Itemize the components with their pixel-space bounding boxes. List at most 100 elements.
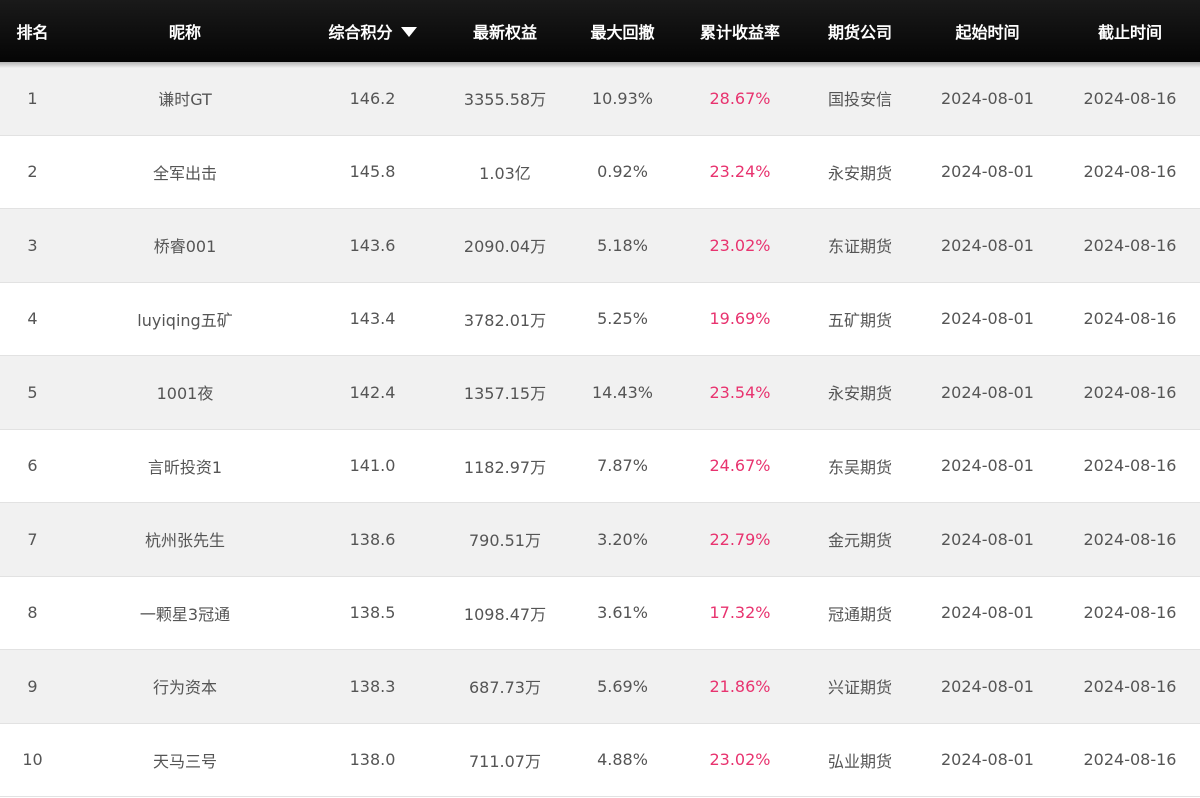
- caret-down-icon[interactable]: [400, 27, 417, 37]
- header-score-sort[interactable]: 综合积分: [305, 19, 440, 43]
- drawdown-cell: 7.87%: [597, 456, 648, 476]
- equity-cell: 1.03亿: [479, 163, 531, 183]
- end-date-cell: 2024-08-16: [1083, 235, 1177, 255]
- score-cell: 143.4: [349, 309, 396, 329]
- firm-cell: 永安期货: [827, 163, 892, 183]
- table-row[interactable]: 10 天马三号 138.0 711.07万 4.88% 23.02% 弘业期货 2024-08…: [0, 723, 1200, 797]
- return-cell: 28.67%: [709, 88, 771, 108]
- rank-cell: 9: [27, 676, 38, 696]
- table-row[interactable]: 2 全军出击 145.8 1.03亿 0.92% 23.24% 永安期货 2024-08-01…: [0, 135, 1200, 209]
- firm-cell: 东吴期货: [827, 457, 892, 477]
- end-date-cell: 2024-08-16: [1083, 676, 1177, 696]
- start-date-cell: 2024-08-01: [941, 750, 1034, 770]
- nickname-cell: 1001夜: [156, 384, 214, 404]
- start-date-cell: 2024-08-01: [941, 162, 1034, 182]
- start-date-cell: 2024-08-01: [941, 603, 1034, 623]
- table-row[interactable]: 3 桥睿001 143.6 2090.04万 5.18% 23.02% 东证期货 2024-0…: [0, 209, 1200, 283]
- rank-cell: 4: [27, 309, 38, 329]
- header-firm[interactable]: 期货公司: [805, 19, 915, 43]
- start-date-cell: 2024-08-01: [941, 456, 1034, 476]
- return-cell: 23.02%: [709, 235, 771, 255]
- score-cell: 138.3: [349, 676, 396, 696]
- firm-cell: 永安期货: [827, 384, 892, 404]
- firm-cell: 金元期货: [827, 531, 892, 551]
- rank-cell: 10: [22, 750, 43, 770]
- header-start[interactable]: 起始时间: [915, 19, 1060, 43]
- drawdown-cell: 14.43%: [591, 382, 653, 402]
- drawdown-cell: 10.93%: [591, 88, 653, 108]
- score-cell: 142.4: [349, 382, 396, 402]
- nickname-cell: 桥睿001: [153, 237, 217, 257]
- score-cell: 138.6: [349, 529, 396, 549]
- start-date-cell: 2024-08-01: [941, 235, 1034, 255]
- rank-cell: 3: [27, 235, 38, 255]
- drawdown-cell: 3.61%: [597, 603, 648, 623]
- return-cell: 21.86%: [709, 676, 771, 696]
- return-cell: 23.24%: [709, 162, 771, 182]
- table-row[interactable]: 4 luyiqing五矿 143.4 3782.01万 5.25% 19.69% 五矿期货 2…: [0, 282, 1200, 356]
- header-end[interactable]: 截止时间: [1060, 19, 1200, 43]
- score-cell: 145.8: [349, 162, 396, 182]
- ranking-table: 排名 昵称 综合积分 最新权益 最大回撤 累计收益率 期货公司 起始时间 截止时…: [0, 0, 1200, 797]
- rank-cell: 7: [27, 529, 38, 549]
- score-cell: 146.2: [349, 88, 396, 108]
- firm-cell: 五矿期货: [827, 310, 892, 330]
- equity-cell: 1357.15万: [463, 384, 547, 404]
- start-date-cell: 2024-08-01: [941, 88, 1034, 108]
- rank-cell: 5: [27, 382, 38, 402]
- end-date-cell: 2024-08-16: [1083, 750, 1177, 770]
- end-date-cell: 2024-08-16: [1083, 603, 1177, 623]
- header-rank[interactable]: 排名: [0, 19, 65, 43]
- equity-cell: 711.07万: [469, 751, 541, 771]
- table-row[interactable]: 9 行为资本 138.3 687.73万 5.69% 21.86% 兴证期货 2024-08-…: [0, 650, 1200, 724]
- header-return[interactable]: 累计收益率: [675, 19, 805, 43]
- start-date-cell: 2024-08-01: [941, 529, 1034, 549]
- table-row[interactable]: 8 一颗星3冠通 138.5 1098.47万 3.61% 17.32% 冠通期货 2024-…: [0, 576, 1200, 650]
- score-cell: 141.0: [349, 456, 396, 476]
- return-cell: 23.02%: [709, 750, 771, 770]
- equity-cell: 2090.04万: [463, 237, 547, 257]
- equity-cell: 3782.01万: [463, 310, 547, 330]
- drawdown-cell: 3.20%: [597, 529, 648, 549]
- equity-cell: 1098.47万: [463, 604, 547, 624]
- return-cell: 23.54%: [709, 382, 771, 402]
- nickname-cell: 行为资本: [152, 678, 217, 698]
- end-date-cell: 2024-08-16: [1083, 456, 1177, 476]
- table-row[interactable]: 5 1001夜 142.4 1357.15万 14.43% 23.54% 永安期货 2024-…: [0, 356, 1200, 430]
- end-date-cell: 2024-08-16: [1083, 88, 1177, 108]
- end-date-cell: 2024-08-16: [1083, 382, 1177, 402]
- firm-cell: 兴证期货: [827, 678, 892, 698]
- score-cell: 138.5: [349, 603, 396, 623]
- rank-cell: 2: [27, 162, 38, 182]
- table-row[interactable]: 6 言昕投资1 141.0 1182.97万 7.87% 24.67% 东吴期货 2024-0…: [0, 429, 1200, 503]
- start-date-cell: 2024-08-01: [941, 309, 1034, 329]
- equity-cell: 3355.58万: [463, 90, 547, 110]
- drawdown-cell: 4.88%: [597, 750, 648, 770]
- nickname-cell: 一颗星3冠通: [139, 604, 231, 624]
- return-cell: 22.79%: [709, 529, 771, 549]
- equity-cell: 1182.97万: [463, 457, 547, 477]
- header-drawdown[interactable]: 最大回撤: [570, 19, 675, 43]
- table-header: 排名 昵称 综合积分 最新权益 最大回撤 累计收益率 期货公司 起始时间 截止时…: [0, 0, 1200, 68]
- rank-cell: 6: [27, 456, 38, 476]
- table-row[interactable]: 7 杭州张先生 138.6 790.51万 3.20% 22.79% 金元期货 2024-08…: [0, 503, 1200, 577]
- firm-cell: 东证期货: [827, 237, 892, 257]
- score-cell: 138.0: [349, 750, 396, 770]
- nickname-cell: luyiqing五矿: [137, 310, 233, 330]
- table-row[interactable]: 1 谦时GT 146.2 3355.58万 10.93% 28.67% 国投安信 2024-0…: [0, 62, 1200, 136]
- start-date-cell: 2024-08-01: [941, 676, 1034, 696]
- end-date-cell: 2024-08-16: [1083, 309, 1177, 329]
- header-score-label: 综合积分: [328, 23, 393, 42]
- table-body: 1 谦时GT 146.2 3355.58万 10.93% 28.67% 国投安信 2024-0…: [0, 62, 1200, 797]
- nickname-cell: 杭州张先生: [144, 531, 225, 551]
- firm-cell: 国投安信: [827, 90, 892, 110]
- nickname-cell: 谦时GT: [158, 90, 212, 110]
- drawdown-cell: 5.25%: [597, 309, 648, 329]
- nickname-cell: 言昕投资1: [147, 457, 223, 477]
- nickname-cell: 全军出击: [152, 163, 217, 183]
- drawdown-cell: 0.92%: [597, 162, 648, 182]
- drawdown-cell: 5.18%: [597, 235, 648, 255]
- header-name[interactable]: 昵称: [65, 19, 305, 43]
- header-equity[interactable]: 最新权益: [440, 19, 570, 43]
- return-cell: 17.32%: [709, 603, 771, 623]
